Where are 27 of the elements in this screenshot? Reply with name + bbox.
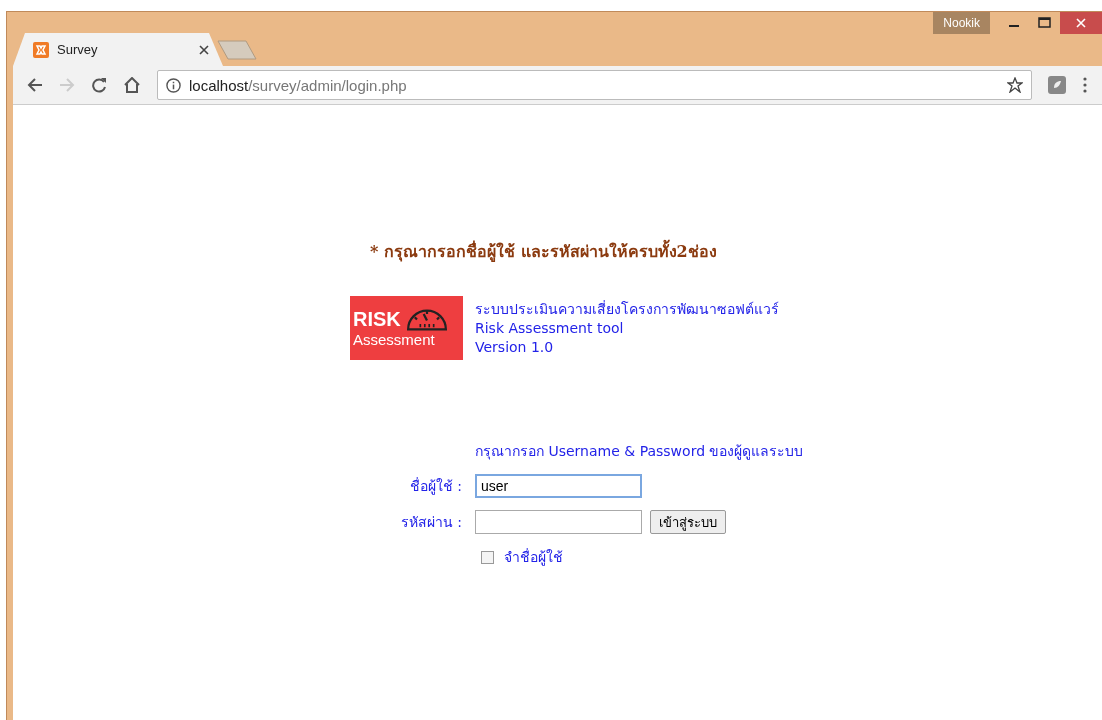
browser-tab[interactable]: Survey (13, 33, 223, 66)
field-label: ชื่อผู้ใช้ : (408, 476, 462, 497)
app-info-text: Version 1.0 (475, 337, 555, 357)
login-button[interactable]: เข้าสู่ระบบ (650, 510, 726, 534)
star-icon[interactable] (1007, 77, 1023, 93)
close-icon[interactable] (199, 44, 209, 55)
menu-icon[interactable] (1082, 77, 1088, 93)
extension-icon[interactable] (1048, 76, 1066, 94)
field-label: รหัสผ่าน : (399, 513, 462, 532)
back-icon[interactable] (27, 77, 43, 93)
logo-text: Assessment (353, 331, 436, 348)
instruction-text: กรุณากรอก Username & Password ของผู้ดูแลระบบ (475, 442, 805, 462)
home-icon[interactable] (123, 77, 141, 93)
username-field[interactable]: user (475, 474, 642, 498)
gauge-icon (406, 308, 447, 331)
logo-text: RISK (353, 308, 401, 331)
remember-checkbox[interactable] (481, 550, 494, 564)
url-text: localhost/survey/admin/login.php (189, 76, 408, 94)
remember-label[interactable]: จำชื่อผู้ใช้ (504, 546, 563, 568)
info-icon (166, 77, 181, 93)
app-info-text: Risk Assessment tool (475, 318, 625, 338)
warning-message: * กรุณากรอกชื่อผู้ใช้ และรหัสผ่านให้ครบทั้ง2ช่อง (370, 239, 1102, 264)
reload-icon[interactable] (91, 77, 107, 93)
password-field[interactable] (475, 510, 642, 534)
app-logo-icon (33, 41, 49, 58)
address-bar[interactable]: localhost/survey/admin/login.php (157, 70, 1032, 100)
app-info-text: ระบบประเมินความเสี่ยงโครงการพัฒนาซอฟต์แวร์ (475, 299, 779, 319)
